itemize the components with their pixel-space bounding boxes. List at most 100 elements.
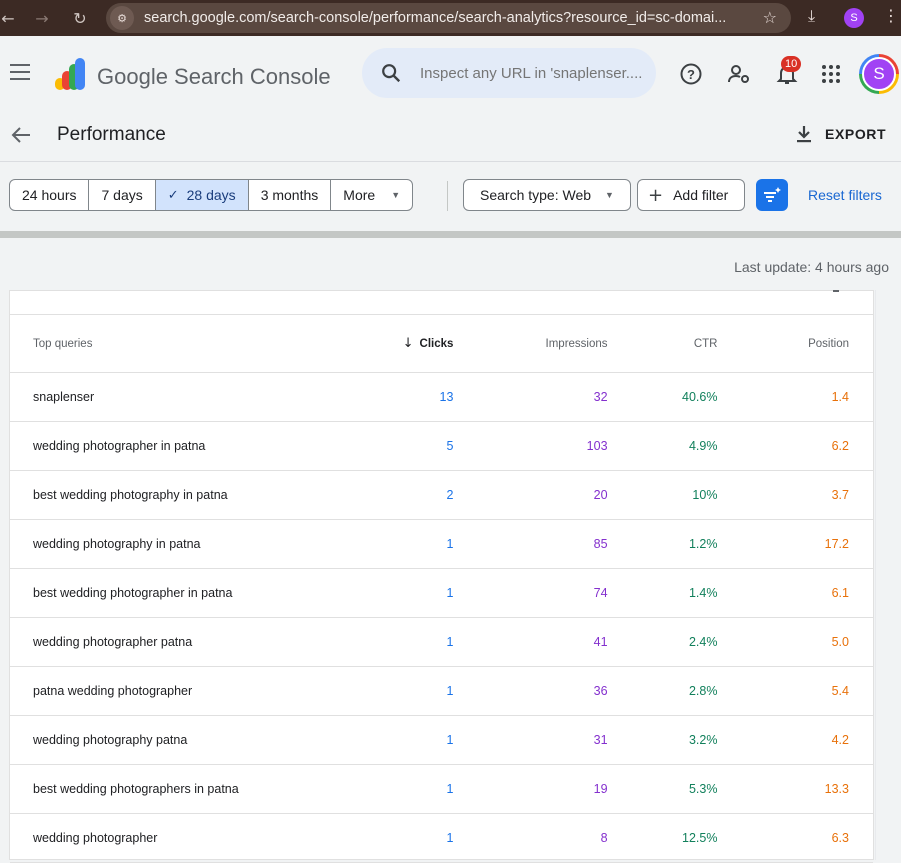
table-row[interactable]: wedding photography in patna 1 85 1.2% 17.2 (10, 519, 873, 569)
cell-clicks: 1 (277, 617, 478, 667)
cell-position: 1.4 (741, 372, 873, 422)
export-button[interactable]: EXPORT (793, 120, 886, 148)
table-row[interactable]: best wedding photography in patna 2 20 10% 3… (10, 470, 873, 520)
manage-users-icon[interactable] (727, 62, 751, 86)
download-icon (797, 126, 811, 143)
cell-query: wedding photographer in patna (10, 421, 278, 471)
column-header-clicks[interactable]: ↓ Clicks (277, 316, 478, 373)
filter-divider (447, 181, 448, 211)
browser-menu-icon[interactable]: ⋮ (883, 6, 899, 25)
table-row[interactable]: wedding photographer in patna 5 103 4.9% 6.2 (10, 421, 873, 471)
cell-ctr: 4.9% (631, 421, 742, 471)
cell-query: wedding photography in patna (10, 519, 278, 569)
filter-bar: 24 hours 7 days ✓ 28 days 3 months More … (0, 163, 901, 229)
page-title: Performance (57, 124, 166, 145)
url-text[interactable]: search.google.com/search-console/perform… (144, 10, 754, 26)
cell-impressions: 8 (477, 813, 632, 863)
site-settings-icon[interactable]: ⚙ (110, 6, 134, 30)
cell-ctr: 12.5% (631, 813, 742, 863)
app-title: Google Search Console (97, 64, 331, 89)
download-icon[interactable]: ⤓ (808, 6, 828, 28)
column-header-clicks-label: Clicks (419, 338, 454, 351)
cell-query: patna wedding photographer (10, 666, 278, 716)
apps-grid-icon[interactable] (819, 62, 843, 86)
cell-query: snaplenser (10, 372, 278, 422)
table-header-row: Top queries ↓ Clicks Impressions CTR Posi… (10, 316, 873, 373)
range-7-days[interactable]: 7 days (89, 180, 156, 210)
cell-impressions: 36 (477, 666, 632, 716)
main-menu-icon[interactable] (10, 64, 32, 82)
cell-clicks: 1 (277, 813, 478, 863)
cell-position: 4.2 (741, 715, 873, 765)
range-24-hours[interactable]: 24 hours (10, 180, 90, 210)
cell-query: wedding photographer (10, 813, 278, 863)
cell-clicks: 1 (277, 715, 478, 765)
help-icon[interactable]: ? (679, 62, 703, 86)
table-row[interactable]: wedding photographer patna 1 41 2.4% 5.0 (10, 617, 873, 667)
cell-query: best wedding photographer in patna (10, 568, 278, 618)
notification-count-badge: 10 (781, 56, 802, 72)
table-row[interactable]: snaplenser 13 32 40.6% 1.4 (10, 372, 873, 422)
card-header-strip (10, 290, 873, 315)
column-header-impressions[interactable]: Impressions (477, 316, 632, 373)
column-header-queries[interactable]: Top queries (10, 316, 278, 373)
range-3-months[interactable]: 3 months (249, 180, 332, 210)
cell-impressions: 103 (477, 421, 632, 471)
range-more-label: More (343, 187, 376, 203)
address-bar[interactable]: ⚙ search.google.com/search-console/perfo… (106, 3, 791, 33)
range-more-dropdown[interactable]: More ▼ (331, 180, 412, 210)
cell-query: wedding photography patna (10, 715, 278, 765)
cell-position: 3.7 (741, 470, 873, 520)
filter-settings-button[interactable] (756, 179, 788, 211)
cell-position: 5.4 (741, 666, 873, 716)
cell-clicks: 1 (277, 764, 478, 814)
cell-ctr: 1.4% (631, 568, 742, 618)
cell-clicks: 5 (277, 421, 478, 471)
cell-ctr: 3.2% (631, 715, 742, 765)
cell-clicks: 2 (277, 470, 478, 520)
url-inspection-search[interactable] (362, 48, 656, 98)
section-divider (0, 231, 901, 238)
cell-position: 13.3 (741, 764, 873, 814)
search-type-filter[interactable]: Search type: Web ▼ (463, 179, 631, 211)
table-row[interactable]: wedding photographer 1 8 12.5% 6.3 (10, 813, 873, 863)
search-icon (382, 64, 401, 83)
search-type-label: Search type: Web (480, 187, 592, 203)
cell-position: 17.2 (741, 519, 873, 569)
forward-nav-icon[interactable]: → (28, 4, 56, 32)
account-avatar-button[interactable]: S (859, 54, 899, 94)
chevron-down-icon: ▼ (391, 190, 401, 200)
column-header-ctr[interactable]: CTR (631, 316, 742, 373)
range-28-days-label: 28 days (186, 187, 236, 203)
search-input[interactable] (420, 64, 652, 82)
cell-query: best wedding photographers in patna (10, 764, 278, 814)
table-row[interactable]: best wedding photographer in patna 1 74 1.4… (10, 568, 873, 618)
cell-clicks: 1 (277, 519, 478, 569)
cell-clicks: 13 (277, 372, 478, 422)
table-row[interactable]: best wedding photographers in patna 1 19 5.… (10, 764, 873, 814)
add-filter-button[interactable]: + Add filter (637, 179, 746, 211)
cell-ctr: 5.3% (631, 764, 742, 814)
cell-impressions: 74 (477, 568, 632, 618)
cell-ctr: 2.4% (631, 617, 742, 667)
back-nav-icon[interactable]: ← (0, 4, 22, 32)
cell-ctr: 40.6% (631, 372, 742, 422)
browser-toolbar: ← → ↻ ⚙ search.google.com/search-console… (0, 0, 901, 36)
browser-profile-avatar[interactable]: S (844, 8, 864, 28)
cell-clicks: 1 (277, 568, 478, 618)
check-icon: ✓ (167, 187, 179, 203)
table-row[interactable]: patna wedding photographer 1 36 2.8% 5.4 (10, 666, 873, 716)
column-header-position[interactable]: Position (741, 316, 873, 373)
cell-position: 6.1 (741, 568, 873, 618)
date-range-selector: 24 hours 7 days ✓ 28 days 3 months More … (9, 179, 414, 211)
bookmark-star-icon[interactable]: ☆ (763, 8, 777, 27)
table-row[interactable]: wedding photography patna 1 31 3.2% 4.2 (10, 715, 873, 765)
reload-icon[interactable]: ↻ (66, 4, 94, 32)
cell-impressions: 32 (477, 372, 632, 422)
cell-impressions: 41 (477, 617, 632, 667)
back-arrow-icon[interactable] (10, 124, 32, 146)
reset-filters-link[interactable]: Reset filters (808, 187, 882, 203)
main-content: Last update: 4 hours ago Top queries ↓ Cl… (0, 238, 901, 863)
range-28-days[interactable]: ✓ 28 days (155, 180, 249, 210)
page-title-bar: Performance EXPORT (0, 114, 901, 162)
